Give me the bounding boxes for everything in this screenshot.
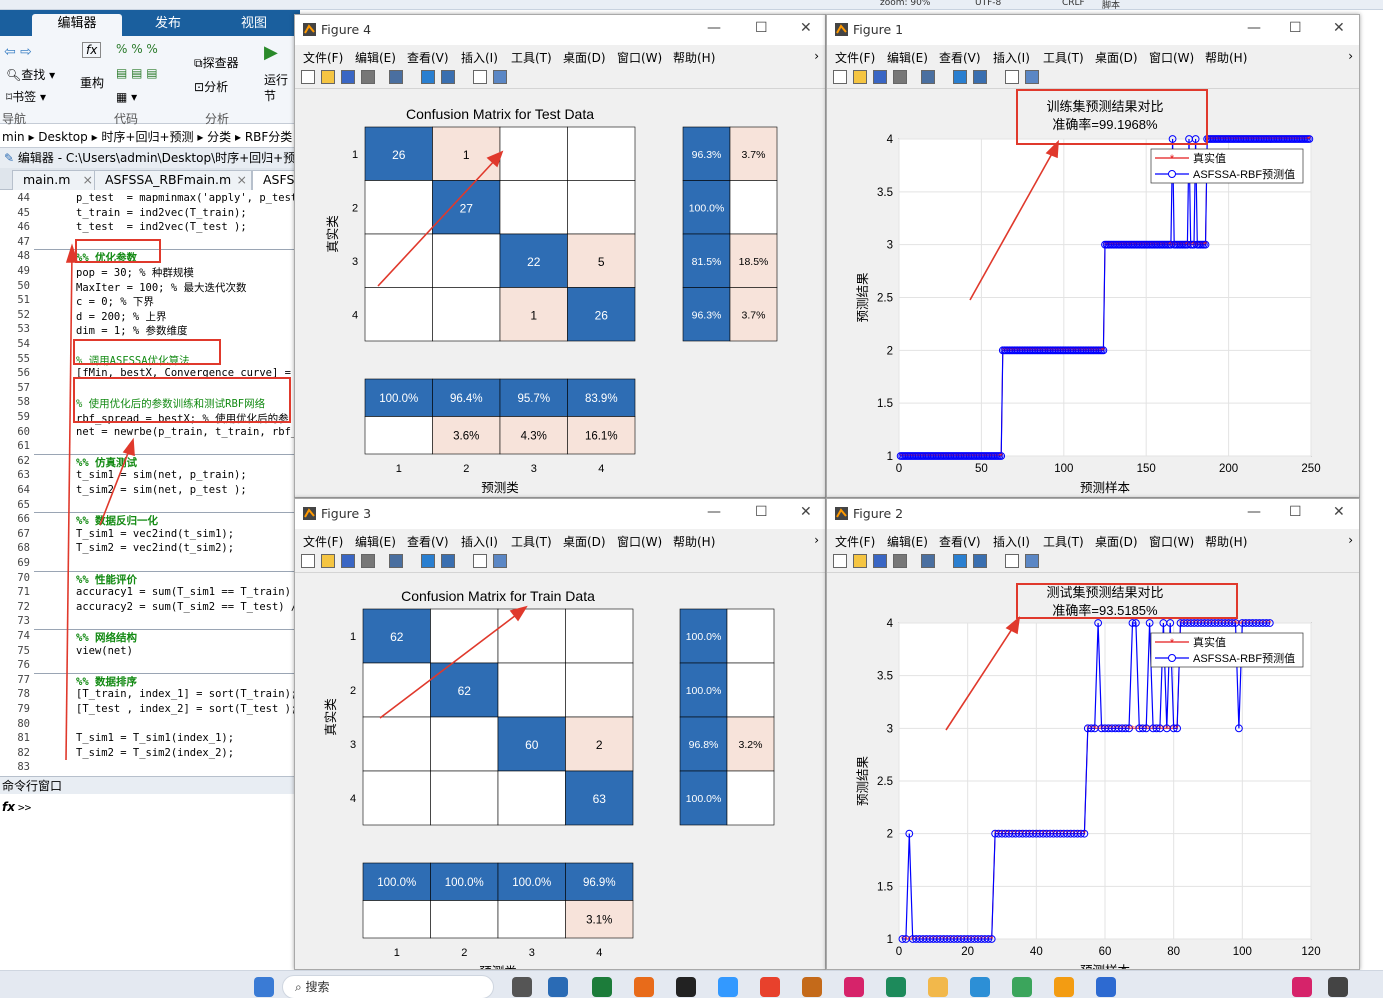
- windows-start-icon[interactable]: [254, 977, 274, 997]
- app-icon[interactable]: [548, 977, 568, 997]
- app-icon[interactable]: [634, 977, 654, 997]
- arrow-head: [1005, 616, 1021, 635]
- taskbar: ⌕ 搜索: [0, 970, 1383, 998]
- arrow-line: [945, 625, 1015, 731]
- arrow-line: [99, 447, 131, 526]
- task-view-icon[interactable]: [512, 977, 532, 997]
- browser-icon[interactable]: [970, 977, 990, 997]
- arrow-line: [969, 149, 1055, 301]
- chat-icon[interactable]: [1012, 977, 1032, 997]
- tray-icon[interactable]: [1328, 977, 1348, 997]
- arrow-head: [122, 437, 135, 457]
- arrow-line: [379, 611, 521, 719]
- folder-icon[interactable]: [928, 977, 948, 997]
- app-icon[interactable]: [844, 977, 864, 997]
- app-icon[interactable]: [1096, 977, 1116, 997]
- matlab-taskbar-icon[interactable]: [802, 977, 822, 997]
- arrow-line: [377, 157, 498, 287]
- search-label: 搜索: [305, 980, 330, 994]
- app-icon[interactable]: [592, 977, 612, 997]
- app-icon[interactable]: [676, 977, 696, 997]
- app-icon[interactable]: [718, 977, 738, 997]
- highlight-box-optimize-params: [75, 239, 161, 263]
- tray-icon[interactable]: [1292, 977, 1312, 997]
- annotation-overlay: [65, 89, 1238, 761]
- app-icon[interactable]: [1054, 977, 1074, 997]
- highlight-box-train-rbf: [73, 377, 291, 423]
- arrow-line: [65, 251, 73, 761]
- taskbar-search[interactable]: ⌕ 搜索: [282, 975, 494, 998]
- highlight-box-train-accuracy: [1016, 89, 1208, 145]
- highlight-box-call-asfssa: [73, 339, 221, 365]
- app-icon[interactable]: [886, 977, 906, 997]
- app-icon[interactable]: [760, 977, 780, 997]
- highlight-box-test-accuracy: [1016, 583, 1238, 619]
- arrow-head: [486, 150, 504, 168]
- search-icon: ⌕: [295, 980, 306, 994]
